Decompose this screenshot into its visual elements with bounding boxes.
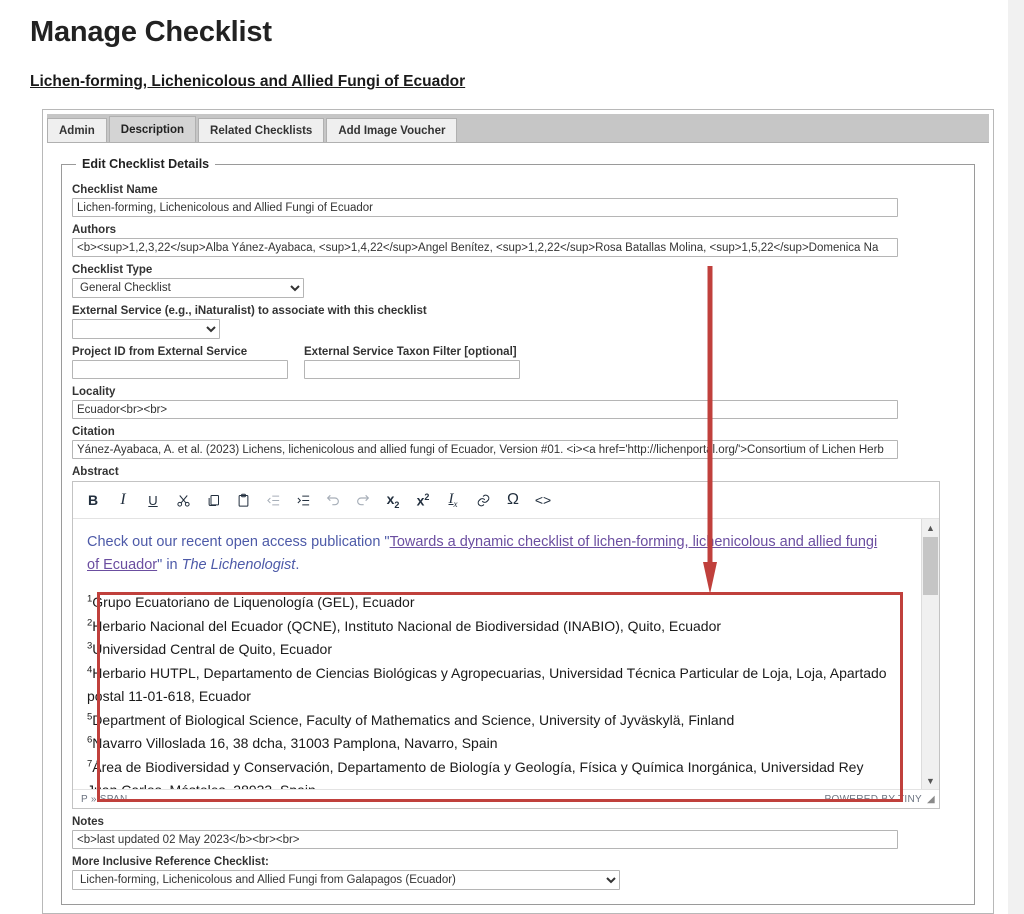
- affiliation-text: Herbario HUTPL, Departamento de Ciencias…: [87, 664, 887, 705]
- journal-name: The Lichenologist: [181, 557, 296, 573]
- more-inclusive-select[interactable]: Lichen-forming, Lichenicolous and Allied…: [72, 870, 620, 890]
- taxon-filter-group: External Service Taxon Filter [optional]: [304, 339, 520, 379]
- checklist-type-label: Checklist Type: [72, 264, 153, 276]
- external-service-label: External Service (e.g., iNaturalist) to …: [72, 305, 427, 317]
- tab-admin[interactable]: Admin: [47, 118, 107, 142]
- affiliation-item: 5Department of Biological Science, Facul…: [87, 709, 887, 733]
- notes-input[interactable]: [72, 830, 898, 849]
- project-id-label: Project ID from External Service: [72, 346, 248, 358]
- editor-toolbar: B I U x2 x2 Ix Ω <>: [73, 482, 939, 519]
- taxon-filter-label: External Service Taxon Filter [optional]: [304, 346, 517, 358]
- editor-status-bar: P » SPAN POWERED BY TINY ◢: [73, 789, 939, 808]
- affiliation-text: Herbario Nacional del Ecuador (QCNE), In…: [92, 617, 722, 634]
- scrollbar-thumb[interactable]: [923, 537, 938, 595]
- resize-grip-icon[interactable]: ◢: [927, 794, 935, 805]
- redo-icon[interactable]: [349, 486, 377, 514]
- intro-text-after: .: [295, 557, 300, 573]
- copy-icon[interactable]: [199, 486, 227, 514]
- affiliation-item: 7Área de Biodiversidad y Conservación, D…: [87, 756, 887, 790]
- affiliation-item: 4Herbario HUTPL, Departamento de Ciencia…: [87, 662, 887, 709]
- element-path[interactable]: P » SPAN: [81, 794, 128, 805]
- checklist-heading: Lichen-forming, Lichenicolous and Allied…: [30, 73, 1008, 91]
- citation-input[interactable]: [72, 440, 898, 459]
- abstract-rich-text-editor: B I U x2 x2 Ix Ω <> Check out our recent…: [72, 481, 940, 809]
- bold-icon[interactable]: B: [79, 486, 107, 514]
- link-icon[interactable]: [469, 486, 497, 514]
- notes-label: Notes: [72, 816, 104, 828]
- tab-body: Edit Checklist Details Checklist Name Au…: [43, 143, 993, 913]
- external-service-select[interactable]: [72, 319, 220, 339]
- checklist-type-select[interactable]: General Checklist: [72, 278, 304, 298]
- cut-icon[interactable]: [169, 486, 197, 514]
- editor-scrollbar[interactable]: ▲ ▼: [921, 519, 939, 789]
- abstract-label: Abstract: [72, 466, 119, 478]
- outdent-icon[interactable]: [259, 486, 287, 514]
- underline-icon[interactable]: U: [139, 486, 167, 514]
- editor-content-area[interactable]: Check out our recent open access publica…: [73, 519, 939, 789]
- intro-text-before: Check out our recent open access publica…: [87, 534, 390, 550]
- source-code-icon[interactable]: <>: [529, 486, 557, 514]
- affiliation-text: Área de Biodiversidad y Conservación, De…: [87, 758, 864, 790]
- external-service-row: Project ID from External Service Externa…: [72, 339, 964, 379]
- subscript-icon[interactable]: x2: [379, 486, 407, 514]
- project-id-input[interactable]: [72, 360, 288, 379]
- indent-icon[interactable]: [289, 486, 317, 514]
- italic-icon[interactable]: I: [109, 486, 137, 514]
- fieldset-legend: Edit Checklist Details: [82, 157, 210, 171]
- tab-related-checklists[interactable]: Related Checklists: [198, 118, 325, 142]
- project-id-group: Project ID from External Service: [72, 339, 288, 379]
- affiliation-item: 2Herbario Nacional del Ecuador (QCNE), I…: [87, 615, 887, 639]
- affiliation-text: Department of Biological Science, Facult…: [92, 711, 735, 728]
- taxon-filter-input[interactable]: [304, 360, 520, 379]
- powered-by-label: POWERED BY TINY: [824, 793, 922, 805]
- checklist-name-input[interactable]: [72, 198, 898, 217]
- scroll-up-icon[interactable]: ▲: [922, 519, 939, 536]
- authors-label: Authors: [72, 224, 117, 236]
- remove-format-icon[interactable]: Ix: [439, 486, 467, 514]
- superscript-icon[interactable]: x2: [409, 486, 437, 514]
- intro-text-middle: " in: [157, 557, 182, 573]
- affiliation-list: 1Grupo Ecuatoriano de Liquenología (GEL)…: [87, 591, 887, 789]
- affiliation-item: 1Grupo Ecuatoriano de Liquenología (GEL)…: [87, 591, 887, 615]
- scroll-down-icon[interactable]: ▼: [922, 772, 939, 789]
- locality-input[interactable]: [72, 400, 898, 419]
- editor-branding: POWERED BY TINY ◢: [825, 794, 935, 805]
- tab-add-image-voucher[interactable]: Add Image Voucher: [326, 118, 458, 142]
- tab-description[interactable]: Description: [108, 116, 197, 142]
- affiliation-text: Universidad Central de Quito, Ecuador: [92, 641, 332, 657]
- more-inclusive-label: More Inclusive Reference Checklist:: [72, 856, 269, 868]
- tab-panel: Admin Description Related Checklists Add…: [42, 109, 994, 914]
- affiliation-item: 6Navarro Villoslada 16, 38 dcha, 31003 P…: [87, 732, 887, 756]
- special-character-icon[interactable]: Ω: [499, 486, 527, 514]
- affiliation-text: Grupo Ecuatoriano de Liquenología (GEL),…: [92, 594, 415, 610]
- checklist-name-label: Checklist Name: [72, 184, 158, 196]
- paste-icon[interactable]: [229, 486, 257, 514]
- locality-label: Locality: [72, 386, 116, 398]
- authors-input[interactable]: [72, 238, 898, 257]
- edit-checklist-details-fieldset: Edit Checklist Details Checklist Name Au…: [61, 157, 975, 905]
- affiliation-item: 3Universidad Central de Quito, Ecuador: [87, 638, 887, 662]
- citation-label: Citation: [72, 426, 115, 438]
- page-container: Manage Checklist Lichen-forming, Licheni…: [0, 0, 1008, 914]
- affiliation-text: Navarro Villoslada 16, 38 dcha, 31003 Pa…: [92, 735, 498, 751]
- page-title: Manage Checklist: [30, 16, 272, 48]
- tab-strip: Admin Description Related Checklists Add…: [47, 114, 989, 143]
- editor-intro-paragraph: Check out our recent open access publica…: [87, 531, 887, 577]
- checklist-name-link[interactable]: Lichen-forming, Lichenicolous and Allied…: [30, 73, 465, 90]
- undo-icon[interactable]: [319, 486, 347, 514]
